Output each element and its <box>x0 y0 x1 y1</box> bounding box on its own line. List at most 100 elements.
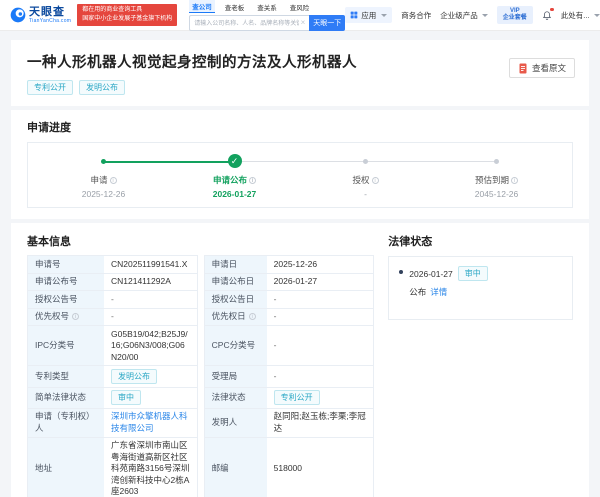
business-cooperation-link[interactable]: 商务合作 <box>401 10 431 21</box>
info-icon[interactable]: i <box>511 176 518 184</box>
field-label: 受理局 <box>204 366 267 387</box>
field-value: - <box>273 311 277 322</box>
search-tabs: 查公司 查老板 查关系 查风险 <box>189 0 345 13</box>
timeline-check-icon: ✓ <box>227 154 242 169</box>
chevron-down-icon <box>593 13 600 17</box>
timeline-segment-pending <box>365 161 497 163</box>
field-value: 深圳市众擎机器人科技有限公司 <box>104 409 197 437</box>
section-title-legal-status: 法律状态 <box>388 236 433 249</box>
view-original-button[interactable]: 查看原文 <box>508 58 575 78</box>
step-label: 授权 <box>352 175 370 186</box>
field-value: - <box>273 293 277 304</box>
progress-step-estimated-expiry: 预估到期 i 2045-12-26 <box>431 174 562 199</box>
promo-badge: 都在用的商业查询工具 国家中小企业发展子基金旗下机构 <box>77 3 178 27</box>
chevron-down-icon <box>381 13 388 17</box>
field-value: 2025-12-26 <box>273 258 318 269</box>
table-row: 优先权号 i - 优先权日 i - <box>27 307 375 327</box>
patent-type-badge: 发明公布 <box>111 368 157 385</box>
table-row: 简单法律状态 审中 法律状态 专利公开 <box>27 386 375 409</box>
application-progress-card: 申请进度 ✓ 申请i 2025-12-26 申请公布i 2026-01-27 <box>11 110 589 220</box>
progress-step-granted: 授权 i - <box>300 174 431 199</box>
view-original-label: 查看原文 <box>531 63 566 73</box>
apps-menu[interactable]: 应用 <box>345 7 393 23</box>
step-label: 申请 <box>90 175 108 186</box>
brand-name: 天眼查 <box>29 5 65 18</box>
timeline-segment-done <box>103 160 235 163</box>
user-account-menu[interactable]: 此处有... <box>561 10 600 21</box>
enterprise-products-menu[interactable]: 企业级产品 <box>440 10 488 21</box>
field-label: 专利类型 <box>28 366 104 387</box>
field-value: 审中 <box>104 388 197 408</box>
pending-review-badge: 审中 <box>457 266 488 282</box>
step-date: 2026-01-27 <box>212 189 257 200</box>
field-value: 2026-01-27 <box>273 276 318 287</box>
field-label: IPC分类号 <box>28 326 104 366</box>
info-icon[interactable]: i <box>72 313 80 321</box>
search-button[interactable]: 天眼一下 <box>309 14 346 31</box>
field-value: G05B19/042;B25J9/16;G06N3/008;G06N20/00 <box>111 328 188 362</box>
top-navigation-bar: 天眼查 TianYanCha.com 都在用的商业查询工具 国家中小企业发展子基… <box>0 0 600 31</box>
patent-header-card: 一种人形机器人视觉起身控制的方法及人形机器人 专利公开 发明公布 查看原文 <box>11 40 589 107</box>
vip-label: VIP <box>509 7 520 14</box>
address-value: 广东省深圳市南山区粤海街道高新区社区科苑南路3156号深圳湾创新科技中心2栋A座… <box>111 440 190 497</box>
search-tab-boss[interactable]: 查老板 <box>222 1 248 13</box>
section-title-progress: 申请进度 <box>27 122 71 135</box>
timeline-dot-granted <box>363 159 368 165</box>
step-date: - <box>364 189 367 200</box>
legal-status-desc: 公布 <box>409 287 427 298</box>
search-tab-relation[interactable]: 查关系 <box>254 1 280 13</box>
field-value: - <box>111 293 114 304</box>
postcode-value: 518000 <box>273 463 303 474</box>
header-links: 应用 商务合作 企业级产品 VIP 企业套餐 此处有... <box>345 6 600 24</box>
details-link[interactable]: 详情 <box>430 286 447 298</box>
table-row: 申请（专利权）人 深圳市众擎机器人科技有限公司 发明人 赵同阳;赵玉栋;李栗;李冠达 <box>27 407 375 438</box>
clear-search-icon[interactable]: × <box>301 18 306 27</box>
step-label: 申请公布 <box>212 175 247 186</box>
field-label: 申请号 <box>28 256 104 273</box>
search-tab-risk[interactable]: 查风险 <box>287 1 313 13</box>
grid-icon <box>350 11 358 19</box>
field-label: 授权公告日 <box>204 291 267 308</box>
bullet-dot <box>399 270 404 275</box>
legal-status-panel: 2026-01-27 审中 公布 详情 <box>388 256 573 321</box>
notification-bell-icon[interactable] <box>542 7 554 21</box>
timeline-segment-pending <box>234 161 366 163</box>
search-placeholder: 请输入公司名称、人名、品牌名称等关键词 <box>194 21 299 27</box>
timeline-dot-expiry <box>494 159 499 165</box>
field-value: CN121411292A <box>111 276 171 287</box>
field-label: 优先权号 i <box>28 308 104 326</box>
field-value: 发明公布 <box>104 366 197 386</box>
tianyancha-logo[interactable]: 天眼查 TianYanCha.com <box>10 5 72 24</box>
info-icon[interactable]: i <box>248 313 256 321</box>
table-row: 申请公布号 CN121411292A 申请公布日 2026-01-27 <box>27 272 375 292</box>
field-label: 简单法律状态 <box>28 387 104 408</box>
patent-detail-card: 基本信息 申请号 CN202511991541.X 申请日 2025-12-26 申… <box>11 223 589 497</box>
step-date: 2045-12-26 <box>474 189 519 200</box>
step-date: 2025-12-26 <box>81 189 126 200</box>
promo-line2: 国家中小企业发展子基金旗下机构 <box>82 16 173 22</box>
search-area: 查公司 查老板 查关系 查风险 请输入公司名称、人名、品牌名称等关键词 × 天眼… <box>189 0 346 31</box>
field-label: 地址 <box>28 437 104 497</box>
enterprise-products-label: 企业级产品 <box>440 10 478 20</box>
inventors-value: 赵同阳;赵玉栋;李栗;李冠达 <box>273 411 366 433</box>
brand-domain: TianYanCha.com <box>29 17 72 24</box>
applicant-company-link[interactable]: 深圳市众擎机器人科技有限公司 <box>111 411 190 434</box>
table-row: 专利类型 发明公布 受理局 - <box>27 365 375 388</box>
apps-label: 应用 <box>361 10 377 20</box>
search-input[interactable]: 请输入公司名称、人名、品牌名称等关键词 × <box>189 14 310 31</box>
table-row: 地址 广东省深圳市南山区粤海街道高新区社区科苑南路3156号深圳湾创新科技中心2栋… <box>27 436 375 497</box>
search-tab-company[interactable]: 查公司 <box>189 0 215 13</box>
field-label: 申请（专利权）人 <box>28 408 104 437</box>
field-label: 优先权日 i <box>204 308 267 326</box>
status-badge-patent-public: 专利公开 <box>27 80 73 96</box>
tianyancha-logo-icon <box>10 7 26 23</box>
field-value: 专利公开 <box>267 388 374 408</box>
info-icon[interactable]: i <box>249 176 256 184</box>
info-icon[interactable]: i <box>371 176 379 184</box>
field-value: - <box>273 370 277 381</box>
document-icon <box>519 63 527 73</box>
vip-plan-badge[interactable]: VIP 企业套餐 <box>496 6 533 24</box>
status-badge-invention-published: 发明公布 <box>79 80 125 96</box>
info-icon[interactable]: i <box>109 176 117 184</box>
page-title: 一种人形机器人视觉起身控制的方法及人形机器人 <box>27 55 357 71</box>
